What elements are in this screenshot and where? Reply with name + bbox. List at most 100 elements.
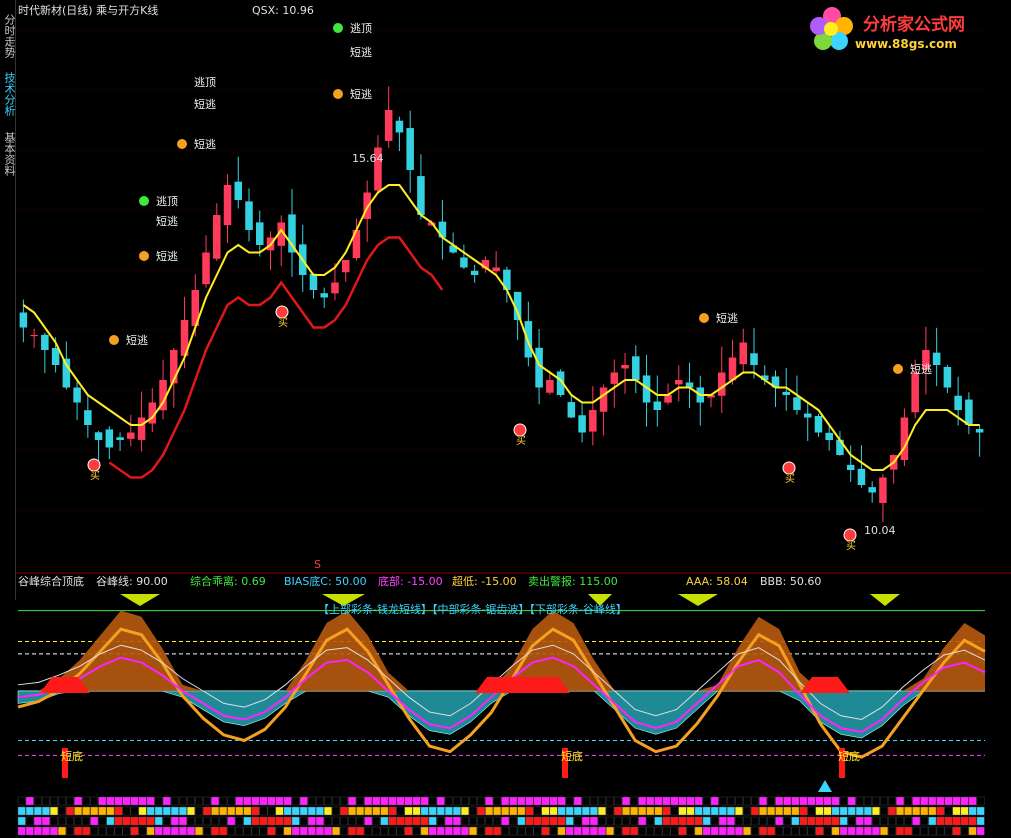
- logo-title: 分析家公式网: [863, 15, 965, 35]
- color-bar-cell: [630, 796, 639, 806]
- buy-signal-icon: [782, 461, 796, 475]
- buy-signal-icon: [87, 458, 101, 472]
- color-bar-cell: [58, 806, 66, 816]
- candle-body: [234, 181, 243, 200]
- color-bar-cell: [412, 806, 421, 816]
- color-bar-cell: [138, 826, 147, 836]
- color-bar-cell: [678, 796, 687, 806]
- color-bar-cell: [654, 806, 663, 816]
- color-bar-cell: [533, 816, 542, 826]
- bottom-label: 短底: [561, 749, 583, 763]
- color-bar-cell: [348, 796, 357, 806]
- color-bar-cell: [106, 826, 115, 836]
- color-bar-cell: [291, 806, 300, 816]
- color-bar-cell: [831, 826, 840, 836]
- color-bar-cell: [98, 806, 107, 816]
- color-bar-cell: [622, 816, 631, 826]
- color-bar-cell: [710, 806, 719, 816]
- color-bar-cell: [783, 796, 792, 806]
- color-bar-cell: [259, 816, 268, 826]
- color-bar-cell: [74, 826, 83, 836]
- color-bar-cell: [461, 806, 469, 816]
- color-bar-cell: [533, 826, 542, 836]
- color-bar-cell: [307, 826, 316, 836]
- color-bar-cell: [259, 806, 268, 816]
- color-bar-cell: [791, 826, 800, 836]
- color-bar-cell: [203, 796, 211, 806]
- color-bar-cell: [638, 806, 647, 816]
- color-bar-cell: [839, 796, 848, 806]
- color-bar-cell: [428, 806, 437, 816]
- color-bar-cell: [227, 816, 236, 826]
- color-bar-cell: [775, 806, 784, 816]
- color-bar-cell: [259, 796, 268, 806]
- color-bar-cell: [944, 796, 953, 806]
- color-bar-cell: [614, 806, 622, 816]
- color-bar-cell: [646, 816, 655, 826]
- color-bar-cell: [170, 826, 179, 836]
- color-bar-cell: [863, 796, 872, 806]
- color-bar-cell: [227, 826, 236, 836]
- color-bar-cell: [348, 826, 357, 836]
- color-bar-cell: [211, 816, 220, 826]
- color-bar-cell: [581, 826, 590, 836]
- color-bar-cell: [670, 816, 679, 826]
- color-bar-cell: [251, 806, 260, 816]
- color-bar-cell: [815, 826, 824, 836]
- candle-body: [857, 468, 866, 485]
- color-bar-cell: [743, 826, 751, 836]
- color-bar-cell: [855, 796, 864, 806]
- color-bar-cell: [332, 806, 340, 816]
- color-bar-cell: [187, 826, 195, 836]
- color-bar-cell: [823, 816, 832, 826]
- color-bar-cell: [307, 806, 316, 816]
- color-bar-cell: [348, 816, 357, 826]
- color-bar-cell: [372, 796, 381, 806]
- color-bar-cell: [743, 796, 751, 806]
- color-bar-cell: [396, 816, 405, 826]
- color-bar-cell: [694, 826, 703, 836]
- color-bar-cell: [718, 806, 727, 816]
- color-bar-cell: [944, 816, 953, 826]
- color-bar-cell: [178, 796, 187, 806]
- color-bar-cell: [525, 806, 534, 816]
- color-bar-cell: [74, 796, 83, 806]
- color-bar-cell: [710, 826, 719, 836]
- color-bar-cell: [41, 816, 50, 826]
- color-bar-cell: [501, 806, 510, 816]
- color-bar-cell: [275, 806, 284, 816]
- color-bar-cell: [702, 826, 711, 836]
- candle-body: [782, 391, 790, 395]
- color-bar-cell: [541, 826, 550, 836]
- color-bar-cell: [211, 806, 220, 816]
- color-bar-cell: [630, 826, 639, 836]
- color-bar-cell: [356, 816, 365, 826]
- color-bar-cell: [469, 816, 477, 826]
- color-bar-cell: [952, 806, 961, 816]
- color-bar-cell: [444, 806, 453, 816]
- color-bar-cell: [251, 826, 260, 836]
- color-bar-cell: [501, 816, 510, 826]
- color-bar-cell: [243, 816, 252, 826]
- color-bar-cell: [573, 816, 582, 826]
- color-bar-cell: [404, 806, 413, 816]
- color-bar-cell: [847, 816, 856, 826]
- color-bar-cell: [912, 816, 921, 826]
- color-bar-cell: [541, 796, 550, 806]
- color-bar-cell: [356, 826, 365, 836]
- color-bar-cell: [146, 796, 155, 806]
- indicator-value: 底部: -15.00: [378, 574, 443, 588]
- color-bar-cell: [412, 796, 421, 806]
- color-bar-cell: [855, 806, 864, 816]
- color-bar-cell: [606, 826, 614, 836]
- color-bar-cell: [751, 796, 759, 806]
- color-bar-cell: [299, 796, 308, 806]
- color-bar-cell: [662, 826, 671, 836]
- signal-icon: [139, 196, 149, 206]
- color-bar-cell: [324, 826, 332, 836]
- color-bar-cell: [598, 796, 606, 806]
- color-bar-cell: [904, 796, 913, 806]
- color-bar-cell: [50, 796, 58, 806]
- color-bar-cell: [775, 816, 784, 826]
- color-bar-cell: [340, 816, 348, 826]
